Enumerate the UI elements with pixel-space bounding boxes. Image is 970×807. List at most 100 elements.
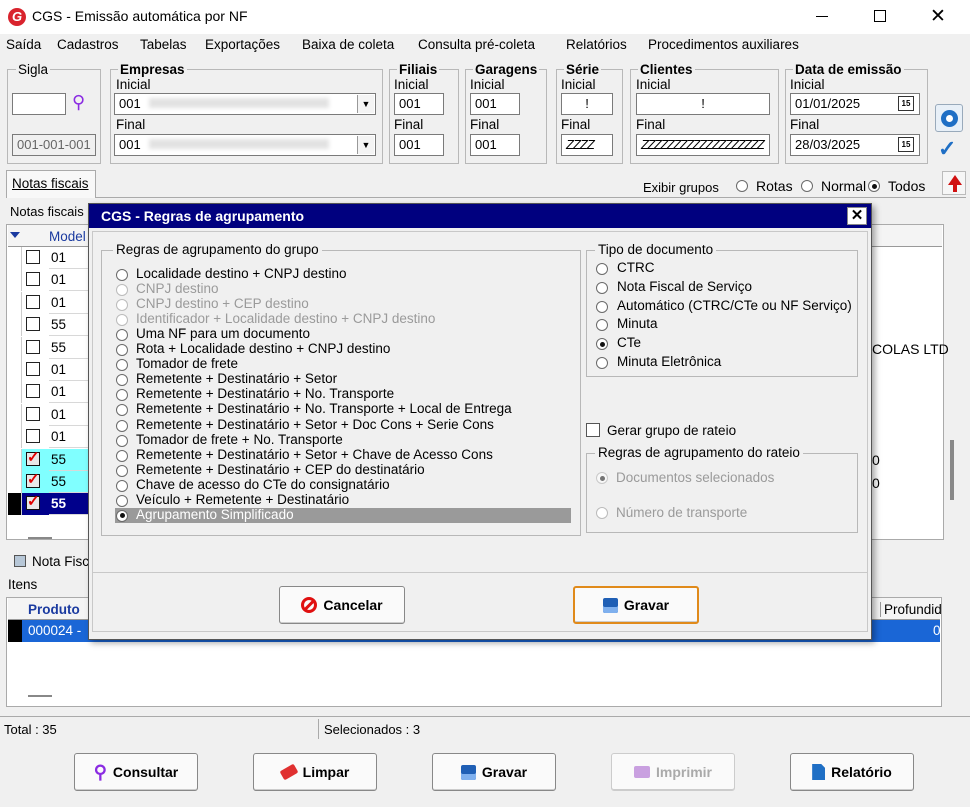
regra-radio[interactable] — [116, 269, 128, 281]
sigla-input[interactable] — [12, 93, 66, 115]
row-checkbox[interactable]: ✓ — [26, 471, 40, 488]
column-produto[interactable]: Produto — [28, 602, 80, 617]
filiais-inicial-input[interactable]: 001 — [394, 93, 444, 115]
regra-label: CNPJ destino — [136, 281, 219, 297]
tab-square-icon — [14, 555, 26, 567]
regra-label: Remetente + Destinatário + Setor + Doc C… — [136, 416, 494, 432]
close-window-icon[interactable]: ✕ — [930, 5, 946, 28]
menu-consulta-pre-coleta[interactable]: Consulta pré-coleta — [418, 37, 535, 52]
checkmark-icon[interactable]: ✓ — [938, 136, 956, 162]
regra-radio[interactable] — [116, 509, 128, 522]
clientes-final-input[interactable]: ZZZZZZZZZZZZZZZZZZZ — [636, 134, 770, 156]
row-checkbox[interactable] — [26, 362, 40, 376]
column-model[interactable]: Model — [49, 229, 86, 244]
menu-baixa-coleta[interactable]: Baixa de coleta — [302, 37, 394, 52]
limpar-button[interactable]: Limpar — [253, 753, 377, 791]
regra-radio[interactable] — [116, 419, 128, 432]
regra-radio — [116, 299, 128, 312]
regra-label: Rota + Localidade destino + CNPJ destino — [136, 341, 391, 357]
rateio-group-label: Regras de agrupamento do rateio — [595, 445, 803, 460]
cell-model: 01 — [51, 406, 67, 422]
tab-notas-fiscais[interactable]: Notas fiscais — [6, 170, 96, 198]
dialog-gravar-button[interactable]: Gravar — [573, 586, 699, 624]
rateio-documentos-label: Documentos selecionados — [616, 470, 775, 485]
clientes-inicial-input[interactable]: ! — [636, 93, 770, 115]
radio-rotas-label: Rotas — [756, 178, 793, 194]
filiais-final-label: Final — [394, 117, 424, 132]
tipo-radio[interactable] — [596, 263, 608, 275]
menu-saida[interactable]: Saída — [6, 37, 41, 52]
minimize-icon[interactable] — [816, 16, 828, 17]
cell-model: 55 — [51, 317, 67, 333]
row-checkbox[interactable] — [26, 272, 40, 287]
grid-divider — [28, 537, 52, 539]
cell-model: 55 — [51, 339, 67, 355]
regra-radio[interactable] — [116, 464, 128, 477]
itens-label: Itens — [8, 577, 38, 592]
search-icon: ⚲ — [93, 761, 107, 782]
rateio-transporte-label: Número de transporte — [616, 505, 748, 520]
cell-model: 01 — [51, 250, 67, 265]
settings-gear-button[interactable] — [935, 104, 963, 132]
row-checkbox[interactable] — [26, 339, 40, 354]
empresas-final-label: Final — [116, 117, 146, 132]
relatorio-button[interactable]: Relatório — [790, 753, 914, 791]
menu-relatorios[interactable]: Relatórios — [566, 37, 627, 52]
tipo-radio[interactable] — [596, 300, 608, 313]
row-checkbox[interactable] — [26, 250, 40, 264]
calendar-icon[interactable]: 15 — [898, 137, 914, 152]
garagens-final-label: Final — [470, 117, 500, 132]
gerar-rateio-checkbox[interactable] — [586, 423, 600, 437]
regra-label: Tomador de frete + No. Transporte — [136, 431, 343, 447]
calendar-icon[interactable]: 15 — [898, 96, 914, 111]
tab-separator — [96, 197, 966, 198]
gravar-button[interactable]: Gravar — [432, 753, 556, 791]
maximize-icon[interactable] — [874, 10, 886, 22]
dialog-close-button[interactable]: ✕ — [847, 207, 867, 225]
empresas-final-select[interactable]: 001 ▼ — [114, 134, 376, 156]
chevron-down-icon[interactable]: ▼ — [357, 136, 374, 154]
garagens-final-input[interactable]: 001 — [470, 134, 520, 156]
regra-radio[interactable] — [116, 494, 128, 507]
redacted-name — [148, 139, 329, 149]
row-checkbox[interactable] — [26, 406, 40, 421]
serie-inicial-input[interactable]: ! — [561, 93, 613, 115]
empresas-inicial-select[interactable]: 001 ▼ — [114, 93, 376, 115]
sort-down-icon[interactable] — [10, 232, 20, 238]
cancelar-button[interactable]: Cancelar — [279, 586, 405, 624]
menu-tabelas[interactable]: Tabelas — [140, 37, 187, 52]
row-checkbox[interactable]: ✓ — [26, 449, 40, 466]
tab-nota-fiscal[interactable]: Nota Fisc — [8, 550, 90, 572]
regra-label: Chave de acesso do CTe do consignatário — [136, 476, 390, 492]
menu-procedimentos[interactable]: Procedimentos auxiliares — [648, 37, 799, 52]
row-checkbox[interactable] — [26, 429, 40, 444]
radio-rotas[interactable] — [736, 180, 748, 192]
regra-radio[interactable] — [116, 434, 128, 447]
rateio-transporte-radio — [596, 507, 608, 519]
radio-todos[interactable] — [868, 180, 880, 192]
row-checkbox[interactable]: ✓ — [26, 493, 40, 511]
regra-radio[interactable] — [116, 479, 128, 492]
grid-scrollbar[interactable] — [950, 440, 954, 500]
regra-label: Remetente + Destinatário + CEP do destin… — [136, 461, 425, 477]
tipo-radio[interactable] — [596, 357, 608, 369]
regra-label: Remetente + Destinatário + Setor — [136, 371, 338, 387]
radio-normal[interactable] — [801, 180, 813, 192]
chevron-down-icon[interactable]: ▼ — [357, 95, 374, 113]
row-checkbox[interactable] — [26, 317, 40, 332]
row-checkbox[interactable] — [26, 384, 40, 399]
tipo-radio[interactable] — [596, 281, 608, 294]
garagens-inicial-input[interactable]: 001 — [470, 93, 520, 115]
column-profundidade[interactable]: Profundid — [880, 602, 942, 617]
row-checkbox[interactable] — [26, 294, 40, 309]
filiais-final-input[interactable]: 001 — [394, 134, 444, 156]
menu-cadastros[interactable]: Cadastros — [57, 37, 119, 52]
menu-exportacoes[interactable]: Exportações — [205, 37, 280, 52]
dialog-footer — [92, 572, 868, 632]
clientes-inicial-label: Inicial — [636, 77, 671, 92]
regra-radio[interactable] — [116, 449, 128, 462]
consultar-button[interactable]: ⚲ Consultar — [74, 753, 198, 791]
search-icon[interactable]: ⚲ — [72, 92, 85, 113]
arrow-up-icon[interactable] — [942, 171, 966, 195]
serie-final-input[interactable]: ZZZZ — [561, 134, 613, 156]
